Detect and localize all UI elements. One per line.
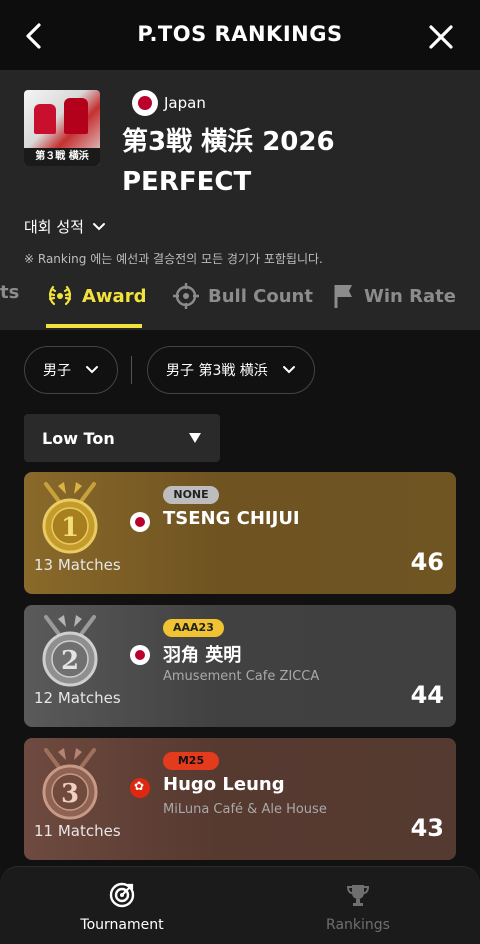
nav-tournament[interactable]: Tournament: [42, 881, 202, 933]
player-flag: [130, 512, 150, 536]
gold-medal-icon: 1: [42, 482, 98, 554]
event-country: Japan: [132, 90, 206, 116]
chevron-down-icon: [92, 222, 105, 230]
flag-icon: [334, 285, 352, 308]
player-name: Hugo Leung: [163, 774, 285, 795]
tab-bull-count[interactable]: Bull Count: [172, 282, 313, 310]
player-flag: [130, 778, 150, 802]
japan-flag-icon: [130, 645, 150, 665]
bronze-medal-icon: 3: [42, 748, 98, 820]
award-score: 44: [410, 681, 444, 709]
japan-flag-icon: [132, 90, 158, 116]
tab-award[interactable]: Award: [46, 282, 146, 310]
chevron-down-icon: [86, 366, 98, 374]
gender-filter[interactable]: 男子: [24, 346, 118, 394]
top-bar: P.TOS RANKINGS: [0, 0, 480, 70]
page-title: P.TOS RANKINGS: [137, 22, 343, 46]
country-name: Japan: [164, 94, 206, 112]
hong-kong-flag-icon: [130, 778, 150, 798]
player-rating-badge: M25: [163, 752, 219, 770]
japan-flag-icon: [130, 512, 150, 532]
ranking-card-2[interactable]: 2 AAA23 羽角 英明 Amusement Cafe ZICCA 12 Ma…: [24, 605, 456, 727]
player-name: TSENG CHIJUI: [163, 508, 300, 529]
svg-text:1: 1: [61, 513, 79, 543]
player-flag: [130, 645, 150, 669]
svg-text:2: 2: [61, 646, 79, 676]
award-score: 46: [410, 548, 444, 576]
player-affiliation: Amusement Cafe ZICCA: [163, 669, 320, 684]
page: P.TOS RANKINGS 第３戦 横浜 Japan 第3戦 横浜 2026 …: [0, 0, 480, 944]
dartboard-icon: [109, 882, 135, 908]
chevron-down-icon: [282, 366, 295, 374]
player-rating-badge: AAA23: [163, 619, 224, 637]
award-type-select[interactable]: Low Ton: [24, 414, 220, 462]
active-tab-indicator: [46, 324, 142, 328]
laurel-icon: [48, 285, 72, 306]
bottom-navigation: Tournament Rankings: [0, 866, 480, 944]
award-score: 43: [410, 814, 444, 842]
crosshair-icon: [173, 283, 199, 309]
match-count: 11 Matches: [34, 822, 121, 840]
nav-tournament-label: Tournament: [80, 917, 164, 933]
event-thumbnail: 第３戦 横浜: [24, 90, 100, 166]
thumbnail-caption: 第３戦 横浜: [24, 148, 100, 166]
match-count: 12 Matches: [34, 689, 121, 707]
triangle-down-icon: [189, 433, 201, 443]
event-name: 第3戦 横浜 2026 PERFECT: [122, 127, 335, 197]
match-count: 13 Matches: [34, 556, 121, 574]
event-filter[interactable]: 男子 第3戦 横浜: [147, 346, 315, 394]
results-label: 대회 성적: [24, 218, 84, 236]
tab-win-rate[interactable]: Win Rate: [332, 282, 456, 310]
ranking-card-3[interactable]: 3 M25 Hugo Leung MiLuna Café & Ale House…: [24, 738, 456, 860]
ranking-card-1[interactable]: 1 NONE TSENG CHIJUI 13 Matches 46: [24, 472, 456, 594]
player-rating-badge: NONE: [163, 486, 219, 504]
player-name: 羽角 英明: [163, 645, 242, 666]
nav-rankings[interactable]: Rankings: [278, 881, 438, 933]
ranking-note: ※ Ranking 에는 예선과 결승전의 모든 경기가 포함됩니다.: [24, 252, 323, 266]
tab-truncated[interactable]: ts: [0, 282, 19, 303]
player-affiliation: MiLuna Café & Ale House: [163, 802, 327, 817]
svg-text:3: 3: [61, 779, 79, 809]
silver-medal-icon: 2: [42, 615, 98, 687]
close-icon[interactable]: [424, 20, 458, 54]
results-dropdown[interactable]: 대회 성적: [24, 216, 106, 237]
nav-rankings-label: Rankings: [326, 917, 390, 933]
tab-bar: ts Award Bull Count Win Rate: [0, 270, 480, 330]
filter-divider: [131, 356, 132, 384]
trophy-icon: [346, 885, 370, 906]
